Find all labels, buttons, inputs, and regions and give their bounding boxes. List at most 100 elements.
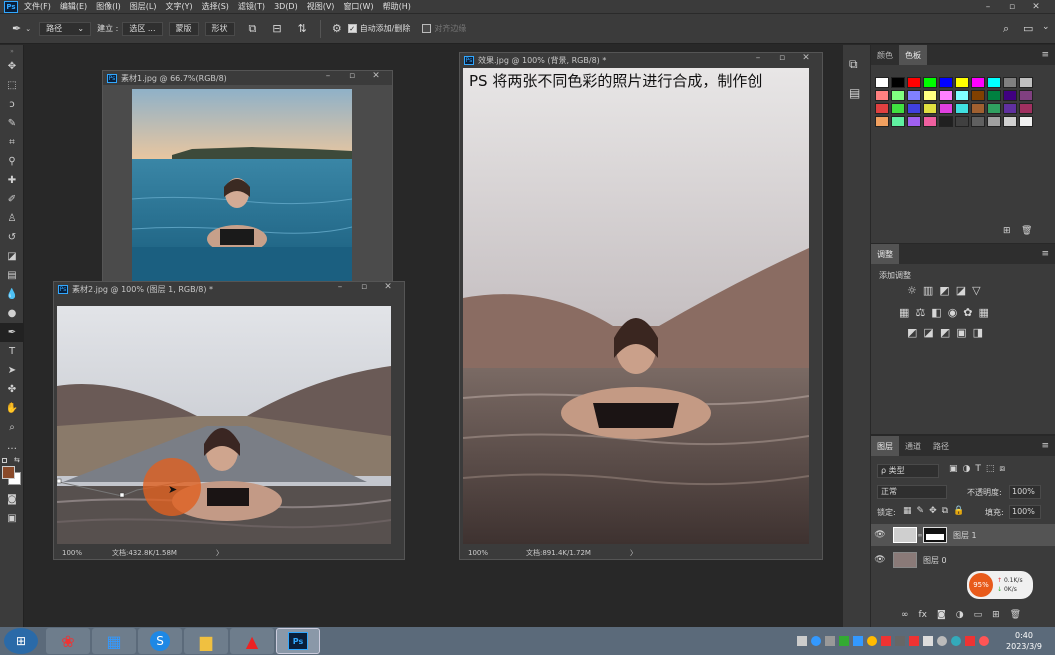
color-swatch[interactable]: [1019, 103, 1033, 114]
status-menu-arrow[interactable]: 〉: [216, 548, 223, 558]
document-canvas[interactable]: ➤: [57, 306, 391, 544]
tray-app-icon[interactable]: [881, 636, 891, 646]
levels-icon[interactable]: ▥: [923, 284, 933, 297]
lasso-tool-icon[interactable]: ↄ: [0, 95, 24, 114]
color-swatch[interactable]: [875, 77, 889, 88]
smart-object-filter-icon[interactable]: ⧈: [999, 464, 1005, 474]
panel-menu-icon[interactable]: ≡: [1041, 45, 1049, 65]
color-swatch[interactable]: [939, 103, 953, 114]
color-swatch[interactable]: [923, 90, 937, 101]
menu-view[interactable]: 视图(V): [307, 1, 335, 12]
make-mask-button[interactable]: 蒙版: [168, 21, 199, 36]
path-operations-icon[interactable]: ⧉: [249, 22, 257, 36]
new-swatch-icon[interactable]: ⊞: [1003, 226, 1011, 236]
color-swatch[interactable]: [955, 116, 969, 127]
color-swatch[interactable]: [891, 90, 905, 101]
lock-artboard-icon[interactable]: ⧉: [942, 506, 948, 516]
tab-paths[interactable]: 路径: [927, 436, 955, 456]
pixel-filter-icon[interactable]: ▣: [949, 464, 958, 474]
status-menu-arrow[interactable]: 〉: [630, 548, 637, 558]
clone-stamp-tool-icon[interactable]: ♙: [0, 209, 24, 228]
color-swatch[interactable]: [1003, 116, 1017, 127]
menu-filter[interactable]: 滤镜(T): [238, 1, 265, 12]
new-layer-icon[interactable]: ⊞: [992, 610, 1000, 620]
color-swatch[interactable]: [1019, 116, 1033, 127]
pen-tool-preset-icon[interactable]: ✒: [12, 22, 21, 35]
trash-icon[interactable]: 🗑: [1010, 610, 1021, 620]
color-swatch[interactable]: [891, 77, 905, 88]
minimize-icon[interactable]: –: [976, 0, 1000, 13]
chevron-down-icon[interactable]: ⌄: [1042, 22, 1050, 32]
color-swatch[interactable]: [891, 103, 905, 114]
color-swatch[interactable]: [1003, 77, 1017, 88]
foreground-color-swatch[interactable]: [2, 466, 15, 479]
color-swatch[interactable]: [1019, 90, 1033, 101]
layer-mask-thumbnail[interactable]: [923, 527, 947, 543]
eyedropper-tool-icon[interactable]: ⚲: [0, 152, 24, 171]
layer-filter-select[interactable]: ρ 类型: [877, 464, 939, 478]
make-shape-button[interactable]: 形状: [204, 21, 235, 36]
color-swatch[interactable]: [907, 103, 921, 114]
brightness-icon[interactable]: ☼: [907, 284, 917, 297]
channel-mixer-icon[interactable]: ✿: [963, 306, 972, 319]
keyboard-icon[interactable]: [797, 636, 807, 646]
gradient-map-icon[interactable]: ◨: [973, 326, 983, 339]
color-swatch[interactable]: [891, 116, 905, 127]
close-icon[interactable]: ✕: [794, 53, 818, 67]
zoom-level[interactable]: 100%: [54, 549, 104, 557]
color-swatch[interactable]: [923, 116, 937, 127]
color-swatch[interactable]: [971, 90, 985, 101]
black-white-icon[interactable]: ◧: [931, 306, 941, 319]
color-swatch[interactable]: [1003, 103, 1017, 114]
opacity-input[interactable]: 100%: [1009, 485, 1041, 499]
color-balance-icon[interactable]: ⚖: [915, 306, 925, 319]
panel-menu-icon[interactable]: ≡: [1041, 244, 1049, 264]
chevron-down-icon[interactable]: ⌄: [25, 25, 31, 33]
layer-row-layer0[interactable]: 👁 图层 0: [871, 549, 1055, 571]
menu-3d[interactable]: 3D(D): [274, 2, 298, 11]
color-swatch[interactable]: [875, 116, 889, 127]
color-swatch[interactable]: [939, 77, 953, 88]
quick-mask-icon[interactable]: ◙: [0, 490, 24, 509]
color-swatch[interactable]: [923, 77, 937, 88]
crop-tool-icon[interactable]: ⌗: [0, 133, 24, 152]
search-icon[interactable]: ⌕: [1003, 22, 1009, 36]
marquee-tool-icon[interactable]: ⬚: [0, 76, 24, 95]
close-icon[interactable]: ✕: [364, 71, 388, 85]
usb-icon[interactable]: [825, 636, 835, 646]
shape-filter-icon[interactable]: ⬚: [986, 464, 995, 474]
screen-mode-icon[interactable]: ▣: [0, 509, 24, 528]
document-window-sucai2[interactable]: Ps 素材2.jpg @ 100% (图层 1, RGB/8) * – ▫ ✕ ➤ …: [53, 281, 405, 560]
minimize-icon[interactable]: –: [328, 282, 352, 296]
new-adjustment-icon[interactable]: ◑: [956, 610, 964, 620]
add-mask-icon[interactable]: ◙: [937, 610, 946, 620]
new-group-icon[interactable]: ▭: [974, 610, 983, 620]
lock-transparent-icon[interactable]: ▦: [903, 506, 912, 516]
qq-icon[interactable]: [895, 636, 905, 646]
zoom-level[interactable]: 100%: [460, 549, 510, 557]
quick-select-tool-icon[interactable]: ✎: [0, 114, 24, 133]
properties-panel-icon[interactable]: ▤: [849, 86, 870, 100]
selective-color-icon[interactable]: ▣: [956, 326, 966, 339]
menu-file[interactable]: 文件(F): [24, 1, 51, 12]
document-window-sucai1[interactable]: Ps 素材1.jpg @ 66.7%(RGB/8) – ▫ ✕: [102, 70, 393, 285]
color-swatch[interactable]: [955, 77, 969, 88]
color-lookup-icon[interactable]: ▦: [979, 306, 989, 319]
menu-select[interactable]: 选择(S): [202, 1, 229, 12]
pen-tool-icon[interactable]: ✒: [0, 323, 24, 342]
edit-toolbar-icon[interactable]: …: [0, 437, 24, 456]
restore-icon[interactable]: ▫: [340, 71, 364, 85]
color-swatch[interactable]: [907, 90, 921, 101]
menu-type[interactable]: 文字(Y): [165, 1, 192, 12]
color-swatch[interactable]: [971, 116, 985, 127]
dodge-tool-icon[interactable]: ●: [0, 304, 24, 323]
move-tool-icon[interactable]: ✥: [0, 57, 24, 76]
layer-row-layer1[interactable]: 👁 ∞ 图层 1: [871, 524, 1055, 546]
history-panel-icon[interactable]: ⧉: [849, 57, 870, 72]
tray-app-icon[interactable]: [937, 636, 947, 646]
tab-color[interactable]: 颜色: [871, 45, 899, 65]
tray-app-icon[interactable]: [979, 636, 989, 646]
color-swatch[interactable]: [923, 103, 937, 114]
menu-layer[interactable]: 图层(L): [130, 1, 157, 12]
type-filter-icon[interactable]: T: [975, 464, 981, 474]
